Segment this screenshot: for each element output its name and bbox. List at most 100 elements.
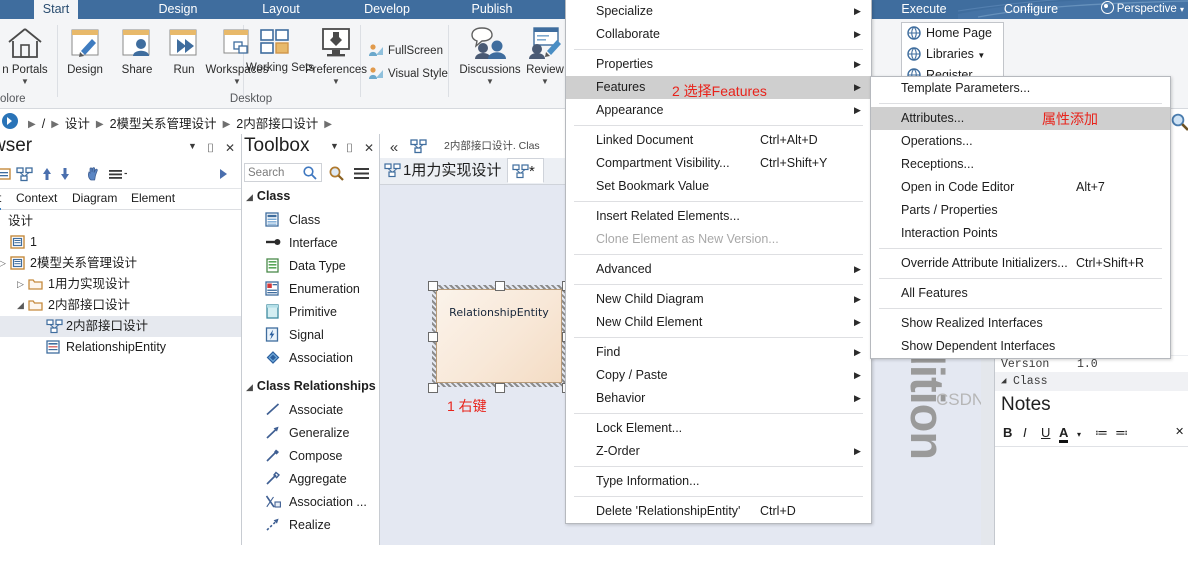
menu-item-all-features[interactable]: All Features [871,282,1170,305]
menu-item-z-order[interactable]: Z-Order ▶ [566,440,871,463]
menu-item-parts-properties[interactable]: Parts / Properties [871,199,1170,222]
browser-tab-diagram[interactable]: Diagram [72,189,117,208]
menu-item-behavior[interactable]: Behavior ▶ [566,387,871,410]
discussions-icon [471,27,506,59]
menu-item-attributes[interactable]: Attributes... [871,107,1170,130]
find-icon[interactable] [328,165,345,182]
tree-collapse-icon[interactable]: ◢ [17,295,24,316]
menu-item-specialize[interactable]: Specialize ▶ [566,0,871,23]
toolbox-options-icon[interactable] [352,165,372,182]
ribbon-tab-develop[interactable]: Develop [357,0,417,19]
menu-item-show-realized-interfaces[interactable]: Show Realized Interfaces [871,312,1170,335]
browser-close-button[interactable]: ✕ [225,141,235,155]
tree-expand-icon[interactable]: ▷ [17,274,24,295]
italic-button[interactable]: I [1023,425,1027,440]
breadcrumb-item[interactable]: 设计 [65,113,90,132]
mini-toolbar-item-libraries[interactable]: Libraries ▼ [902,44,1003,65]
perspective-button[interactable]: Perspective ▾ [1100,0,1184,19]
tree-item[interactable]: RelationshipEntity [0,337,241,358]
menu-item-type-information[interactable]: Type Information... [566,470,871,493]
context-menu[interactable]: Specialize ▶ Collaborate ▶ Properties ▶ Featur… [565,0,872,524]
menu-item-properties[interactable]: Properties ▶ [566,53,871,76]
ribbon-tab-layout[interactable]: Layout [255,0,307,19]
properties-section-class[interactable]: ◢ Class [995,372,1188,391]
underline-button[interactable]: U [1041,425,1050,440]
move-down-icon[interactable] [59,166,71,182]
browser-tab-context[interactable]: Context [16,189,57,208]
menu-item-new-child-diagram[interactable]: New Child Diagram ▶ [566,288,871,311]
tree-item[interactable]: ▷ 1用力实现设计 [0,274,241,295]
bullet-list-button[interactable]: ≔ [1095,425,1108,441]
package-icon[interactable] [0,166,12,182]
features-submenu[interactable]: Template Parameters... Attributes... Opera… [870,76,1171,359]
diagram-icon[interactable] [16,166,34,182]
browser-tab-ct[interactable]: ct [0,189,2,210]
browser-menu-button[interactable]: ▼ [188,141,197,151]
menu-item-linked-document[interactable]: Linked Document Ctrl+Alt+D [566,129,871,152]
class-node-relationshipentity[interactable]: RelationshipEntity [436,289,562,383]
menu-item-compartment-visibility[interactable]: Compartment Visibility... Ctrl+Shift+Y [566,152,871,175]
menu-item-find[interactable]: Find ▶ [566,341,871,364]
resize-handle-n[interactable] [495,281,505,291]
menu-item-label: Advanced [596,262,652,276]
menu-item-interaction-points[interactable]: Interaction Points [871,222,1170,245]
play-icon[interactable] [216,166,230,182]
resize-handle-nw[interactable] [428,281,438,291]
menu-item-copy-paste[interactable]: Copy / Paste ▶ [566,364,871,387]
menu-item-template-parameters[interactable]: Template Parameters... [871,77,1170,100]
breadcrumb-separator: ▶ [95,119,104,130]
breadcrumb-home-icon[interactable] [2,113,18,129]
resize-handle-w[interactable] [428,332,438,342]
hand-icon[interactable] [86,166,100,182]
chevron-down-icon[interactable]: ▾ [1077,430,1081,439]
breadcrumb-item[interactable]: 2模型关系管理设计 [110,113,217,132]
mini-toolbar-item-home-page[interactable]: Home Page [902,23,1003,44]
ribbon-tab-publish[interactable]: Publish [465,0,519,19]
class-node-selection[interactable]: RelationshipEntity [428,281,572,393]
text-highlight-button[interactable]: A [1059,425,1069,443]
menu-item-receptions[interactable]: Receptions... [871,153,1170,176]
magnifier-icon[interactable] [1170,112,1188,132]
menu-item-show-dependent-interfaces[interactable]: Show Dependent Interfaces [871,335,1170,358]
diagram-tab-2[interactable]: * [507,158,544,183]
tree-item[interactable]: ◢ 2内部接口设计 [0,295,241,316]
menu-item-set-bookmark-value[interactable]: Set Bookmark Value [566,175,871,198]
menu-item-open-in-code-editor[interactable]: Open in Code Editor Alt+7 [871,176,1170,199]
ribbon-tab-design[interactable]: Design [152,0,204,19]
browser-tab-element[interactable]: Element [131,189,175,208]
toolbox-group-header[interactable]: ◢ Class Relationships [246,379,376,393]
menu-item-lock-element[interactable]: Lock Element... [566,417,871,440]
move-up-icon[interactable] [41,166,53,182]
toolbox-group-header[interactable]: ◢ Class [246,189,290,203]
menu-item-delete-relationshipentity[interactable]: Delete 'RelationshipEntity' Ctrl+D [566,500,871,523]
tree-item[interactable]: ▷ 2模型关系管理设计 [0,253,241,274]
toolbox-menu-button[interactable]: ▼ [330,141,339,151]
toolbox-pin-button[interactable]: ⌷ [346,141,353,156]
menu-item-collaborate[interactable]: Collaborate ▶ [566,23,871,46]
menu-item-operations[interactable]: Operations... [871,130,1170,153]
ribbon-tab-execute[interactable]: Execute [896,0,952,19]
toolbox-close-button[interactable]: ✕ [364,141,374,155]
tree-item[interactable]: 2内部接口设计 [0,316,241,337]
ribbon-tab-start[interactable]: Start [34,0,78,19]
bold-button[interactable]: B [1003,425,1012,440]
resize-handle-s[interactable] [495,383,505,393]
menu-item-advanced[interactable]: Advanced ▶ [566,258,871,281]
browser-pin-button[interactable]: ⌷ [207,141,214,156]
menu-separator [574,254,863,255]
menu-item-new-child-element[interactable]: New Child Element ▶ [566,311,871,334]
resize-handle-sw[interactable] [428,383,438,393]
numbered-list-button[interactable]: ≕ [1115,425,1128,441]
tree-item[interactable]: 1 [0,232,241,253]
diagram-tab-1[interactable]: 1用力实现设计 [380,158,505,183]
tree-expand-icon[interactable]: ▷ [0,253,6,274]
tree-item[interactable]: 设计 [0,211,241,232]
menu-item-override-attribute-initializers[interactable]: Override Attribute Initializers... Ctrl+S… [871,252,1170,275]
menu-item-appearance[interactable]: Appearance ▶ [566,99,871,122]
menu-item-insert-related-elements[interactable]: Insert Related Elements... [566,205,871,228]
menu-lines-icon[interactable] [108,166,128,182]
breadcrumb-item[interactable]: 2内部接口设计 [236,113,318,132]
ribbon-tab-configure[interactable]: Configure [1000,0,1062,19]
search-icon[interactable] [302,165,318,181]
clear-format-button[interactable]: ✕ [1175,425,1184,438]
